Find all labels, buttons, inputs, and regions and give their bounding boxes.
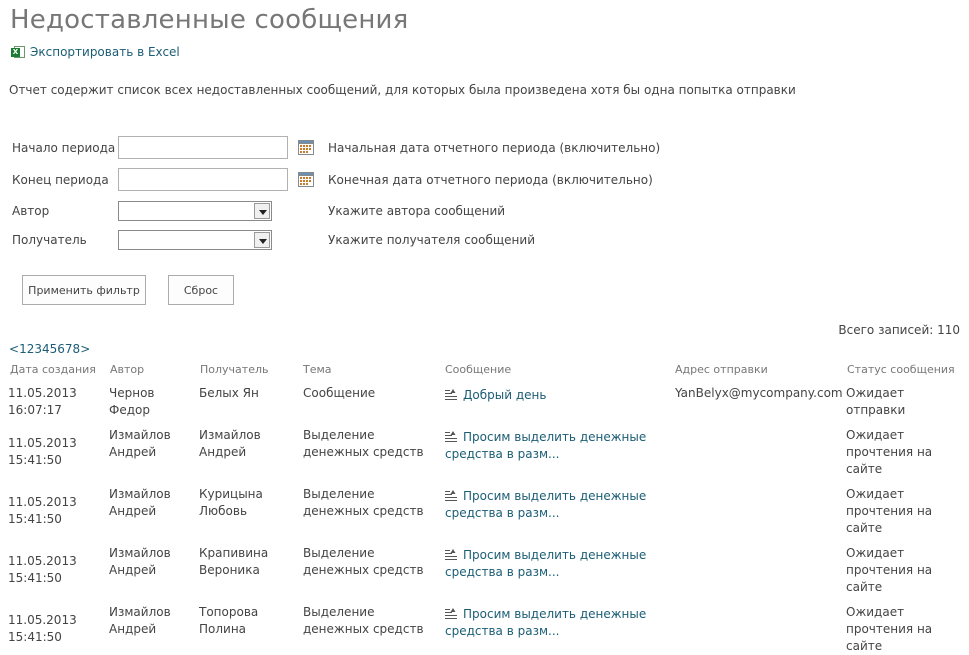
cell-date: 11.05.2013 15:41:50 — [8, 554, 77, 585]
pager-page-1[interactable]: 1 — [19, 342, 27, 356]
author-hint: Укажите автора сообщений — [328, 204, 506, 218]
cell-message: Просим выделить денежные средства в разм… — [445, 606, 660, 640]
end-date-hint: Конечная дата отчетного периода (включит… — [328, 173, 653, 187]
total-records: Всего записей: 110 — [838, 323, 960, 337]
message-icon — [445, 549, 457, 560]
column-header-status[interactable]: Статус сообщения — [847, 363, 955, 376]
chevron-down-icon[interactable] — [254, 203, 270, 219]
message-icon — [445, 490, 457, 501]
column-header-recipient[interactable]: Получатель — [200, 363, 268, 376]
export-excel-label: Экспортировать в Excel — [30, 45, 180, 59]
message-link[interactable]: Просим выделить денежные средства в разм… — [445, 607, 646, 638]
excel-icon: X — [11, 45, 25, 59]
message-link[interactable]: Просим выделить денежные средства в разм… — [445, 430, 646, 461]
cell-address: YanBelyx@mycompany.com — [675, 386, 843, 400]
cell-author: Измайлов Андрей — [109, 605, 171, 636]
pager-page-7[interactable]: 7 — [65, 342, 73, 356]
start-date-calendar-icon[interactable] — [298, 139, 314, 155]
cell-recipient: Крапивина Вероника — [199, 546, 269, 577]
cell-author: Чернов Федор — [109, 386, 155, 417]
cell-subject: Сообщение — [303, 386, 376, 400]
cell-status: Ожидает прочтения на сайте — [846, 428, 933, 476]
column-header-subject[interactable]: Тема — [303, 363, 332, 376]
cell-recipient: Измайлов Андрей — [199, 428, 261, 459]
cell-subject: Выделение денежных средств — [303, 546, 424, 577]
cell-recipient: Белых Ян — [199, 386, 259, 400]
cell-recipient: Топорова Полина — [199, 605, 259, 636]
start-date-input[interactable] — [118, 136, 288, 159]
cell-status: Ожидает прочтения на сайте — [846, 487, 933, 535]
page-title: Недоставленные сообщения — [10, 5, 409, 35]
cell-message: Добрый день — [445, 387, 660, 404]
export-excel-link[interactable]: X Экспортировать в Excel — [11, 45, 180, 59]
pager: <12345678> — [9, 342, 90, 356]
pager-next[interactable]: > — [80, 342, 90, 356]
column-header-message[interactable]: Сообщение — [445, 363, 511, 376]
cell-status: Ожидает прочтения на сайте — [846, 546, 933, 594]
start-date-label: Начало периода — [12, 141, 116, 155]
cell-date: 11.05.2013 15:41:50 — [8, 495, 77, 526]
recipient-hint: Укажите получателя сообщений — [328, 233, 535, 247]
column-header-date[interactable]: Дата создания — [10, 363, 96, 376]
reset-button[interactable]: Сброс — [168, 275, 234, 305]
message-link[interactable]: Просим выделить денежные средства в разм… — [445, 548, 646, 579]
author-label: Автор — [12, 204, 50, 218]
start-date-hint: Начальная дата отчетного периода (включи… — [328, 141, 661, 155]
pager-page-4[interactable]: 4 — [42, 342, 50, 356]
author-select[interactable] — [118, 201, 272, 221]
cell-date: 11.05.2013 15:41:50 — [8, 613, 77, 644]
cell-subject: Выделение денежных средств — [303, 605, 424, 636]
cell-status: Ожидает отправки — [846, 386, 906, 417]
cell-status: Ожидает прочтения на сайте — [846, 605, 933, 653]
pager-page-3[interactable]: 3 — [34, 342, 42, 356]
recipient-select[interactable] — [118, 230, 272, 250]
cell-message: Просим выделить денежные средства в разм… — [445, 547, 660, 581]
pager-page-6[interactable]: 6 — [57, 342, 65, 356]
cell-author: Измайлов Андрей — [109, 546, 171, 577]
end-date-label: Конец периода — [12, 173, 109, 187]
cell-recipient: Курицына Любовь — [199, 487, 263, 518]
end-date-calendar-icon[interactable] — [298, 171, 314, 187]
message-icon — [445, 389, 457, 400]
end-date-input[interactable] — [118, 168, 288, 191]
report-description: Отчет содержит список всех недоставленны… — [9, 83, 796, 97]
cell-message: Просим выделить денежные средства в разм… — [445, 488, 660, 522]
recipient-label: Получатель — [12, 233, 87, 247]
cell-subject: Выделение денежных средств — [303, 428, 424, 459]
column-header-author[interactable]: Автор — [110, 363, 144, 376]
cell-subject: Выделение денежных средств — [303, 487, 424, 518]
cell-date: 11.05.2013 15:41:50 — [8, 436, 77, 467]
message-link[interactable]: Добрый день — [463, 388, 546, 402]
cell-date: 11.05.2013 16:07:17 — [8, 386, 77, 417]
message-icon — [445, 608, 457, 619]
message-link[interactable]: Просим выделить денежные средства в разм… — [445, 489, 646, 520]
cell-author: Измайлов Андрей — [109, 428, 171, 459]
pager-prev[interactable]: < — [9, 342, 19, 356]
cell-author: Измайлов Андрей — [109, 487, 171, 518]
message-icon — [445, 431, 457, 442]
cell-message: Просим выделить денежные средства в разм… — [445, 429, 660, 463]
column-header-address[interactable]: Адрес отправки — [675, 363, 768, 376]
apply-filter-button[interactable]: Применить фильтр — [22, 275, 146, 305]
chevron-down-icon[interactable] — [254, 232, 270, 248]
